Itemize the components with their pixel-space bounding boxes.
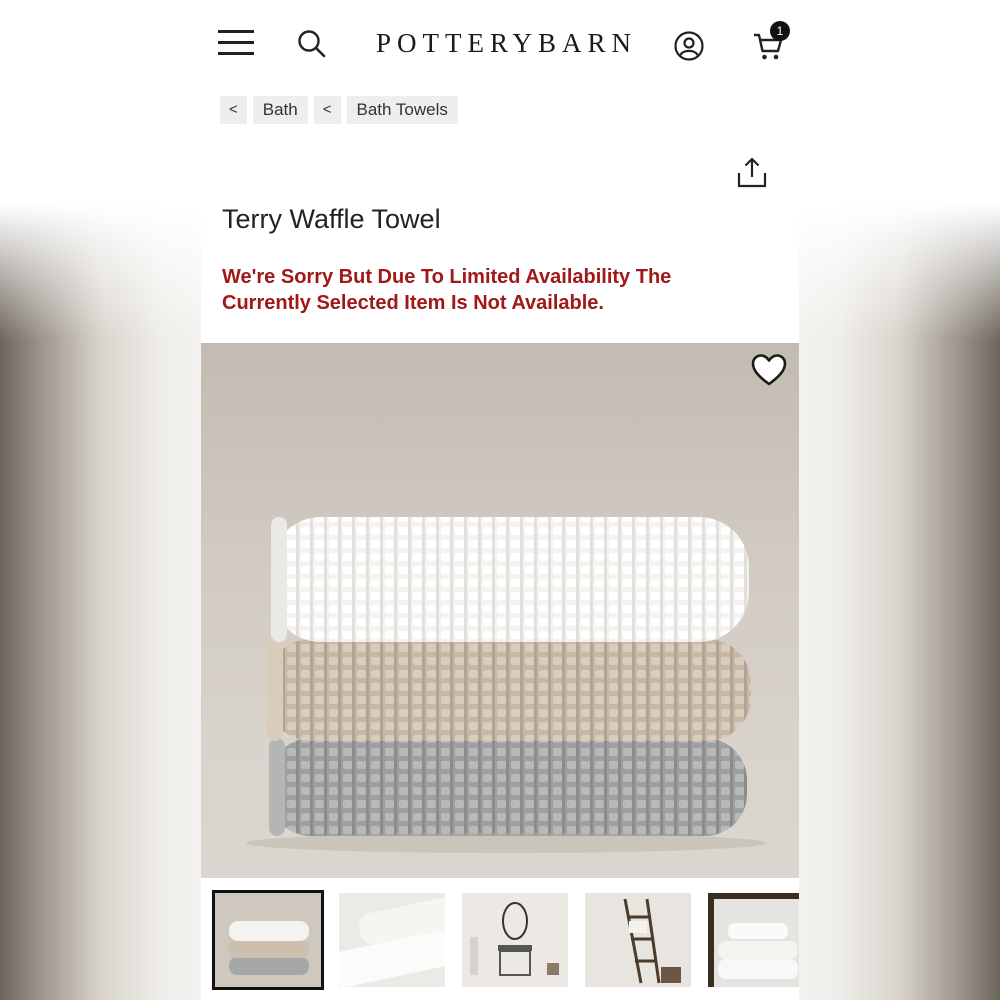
towel-stack-photo [201,517,799,878]
heart-icon[interactable] [750,353,788,387]
share-icon[interactable] [735,156,769,190]
breadcrumb-back-bath[interactable]: < [220,96,247,124]
product-title: Terry Waffle Towel [222,204,441,234]
thumbnail-strip [201,887,799,1000]
thumbnail-towel-stack[interactable] [212,890,324,990]
brand-logo[interactable]: POTTERYBARN [376,28,631,59]
site-header: POTTERYBARN 1 [201,0,799,90]
breadcrumb-link-bath[interactable]: Bath [252,96,308,124]
search-icon[interactable] [296,28,326,58]
thumbnail-folded-towels[interactable] [708,893,799,987]
breadcrumb: < Bath < Bath Towels [220,96,458,124]
cart-count-badge: 1 [770,21,790,41]
thumbnail-white-towels-closeup[interactable] [339,893,445,987]
account-icon[interactable] [673,30,705,62]
breadcrumb-link-bath-towels[interactable]: Bath Towels [346,96,458,124]
thumbnail-towel-ladder[interactable] [585,893,691,987]
mobile-page: POTTERYBARN 1 < Bath < Bath Towels Terry… [201,0,799,1000]
product-image[interactable] [201,343,799,878]
availability-notice: We're Sorry But Due To Limited Availabil… [222,266,672,314]
thumbnail-bathroom-vanity[interactable] [462,893,568,987]
hamburger-menu-icon[interactable] [218,30,254,56]
breadcrumb-back-bath-towels[interactable]: < [313,96,341,124]
